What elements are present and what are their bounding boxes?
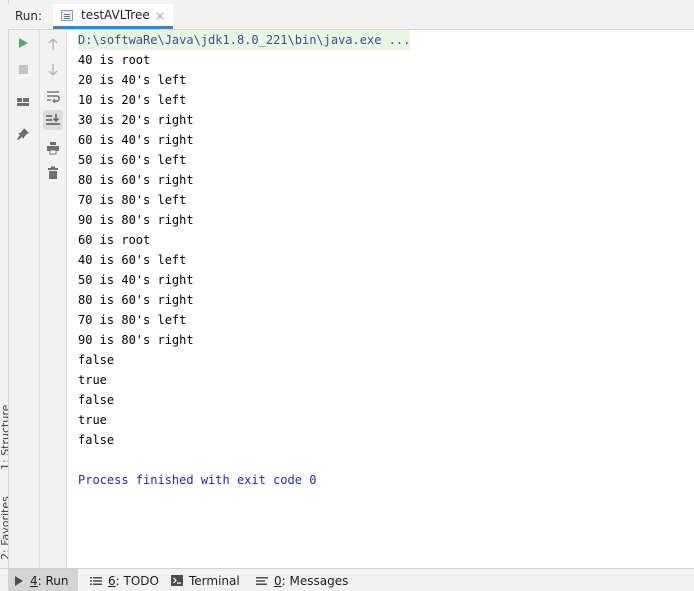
console-line: false [78,353,115,367]
console-line: false [78,433,115,447]
console-tab-icon [61,10,73,21]
run-tab-label: : Run [37,573,69,588]
soft-wrap-icon [47,91,60,103]
left-tool-strip: 1: Structure 2: Favorites [0,0,9,568]
run-config-tab-label: testAVLTree [81,8,150,22]
stop-button[interactable] [13,59,33,79]
close-tab-icon[interactable]: × [155,9,165,23]
favorites-tab[interactable]: 2: Favorites [0,496,8,560]
print-icon [47,142,59,155]
trash-icon [48,166,58,179]
todo-tab-number: 6 [108,573,116,588]
run-toolbar-primary [9,30,40,568]
run-config-tab[interactable]: testAVLTree × [53,4,173,29]
console-line: 40 is 60's left [78,253,187,267]
messages-tool-tab[interactable]: 0: Messages [256,569,348,591]
stop-icon [19,65,28,74]
scroll-to-end-icon [46,114,60,125]
messages-tab-number: 0 [274,573,282,588]
restore-layout-button[interactable] [13,92,33,112]
soft-wrap-button[interactable] [43,86,63,106]
clear-all-button[interactable] [43,163,63,183]
terminal-icon [171,575,183,586]
scroll-to-end-button[interactable] [43,110,63,130]
process-finished-message: Process finished with exit code 0 [78,473,317,487]
todo-tool-tab[interactable]: 6: TODO [90,569,159,591]
run-icon [19,38,28,48]
console-line: 20 is 40's left [78,73,187,87]
todo-tab-label: : TODO [115,573,159,588]
prev-occurrence-button[interactable] [43,34,63,54]
structure-tab[interactable]: 1: Structure [0,405,8,470]
run-tool-header: Run: testAVLTree × [8,4,694,30]
console-line: 50 is 60's left [78,153,187,167]
console-line: 10 is 20's left [78,93,187,107]
console-line: 90 is 80's right [78,333,194,347]
console-line: true [78,373,107,387]
rerun-button[interactable] [13,33,33,53]
console-line: 60 is 40's right [78,133,194,147]
console-command-line: D:\softwaRe\Java\jdk1.8.0_221\bin\java.e… [78,30,411,50]
next-occurrence-button[interactable] [43,60,63,80]
arrow-up-icon [48,38,58,50]
console-line: 70 is 80's left [78,193,187,207]
console-line: 60 is root [78,233,151,247]
console-line: 80 is 60's right [78,293,194,307]
terminal-tab-label: Terminal [189,573,240,588]
arrow-down-icon [48,64,58,76]
run-tab-icon [14,575,24,586]
messages-icon [256,576,268,586]
ide-window: 1: Structure 2: Favorites Run: testAVLTr… [0,0,694,591]
run-label: Run: [15,9,43,23]
terminal-tool-tab[interactable]: Terminal [171,569,240,591]
console-line: true [78,413,107,427]
layout-icon [17,98,29,106]
console-line: 80 is 60's right [78,173,194,187]
console-line: 90 is 80's right [78,213,194,227]
console-line: 70 is 80's left [78,313,187,327]
list-icon [90,576,102,586]
pin-tab-button[interactable] [13,124,33,144]
print-button[interactable] [43,138,63,158]
console-line: 40 is root [78,53,151,67]
console-line: 30 is 20's right [78,113,194,127]
pin-icon [17,128,29,140]
run-toolbar-secondary [40,30,67,568]
bottom-tool-bar: 4: Run 6: TODO Terminal 0: Messages [0,568,694,591]
console-output[interactable]: D:\softwaRe\Java\jdk1.8.0_221\bin\java.e… [67,30,694,568]
run-tool-tab[interactable]: 4: Run [8,569,78,591]
console-line: false [78,393,115,407]
messages-tab-label: : Messages [281,573,349,588]
run-tab-number: 4 [30,573,38,588]
console-line: 50 is 40's right [78,273,194,287]
